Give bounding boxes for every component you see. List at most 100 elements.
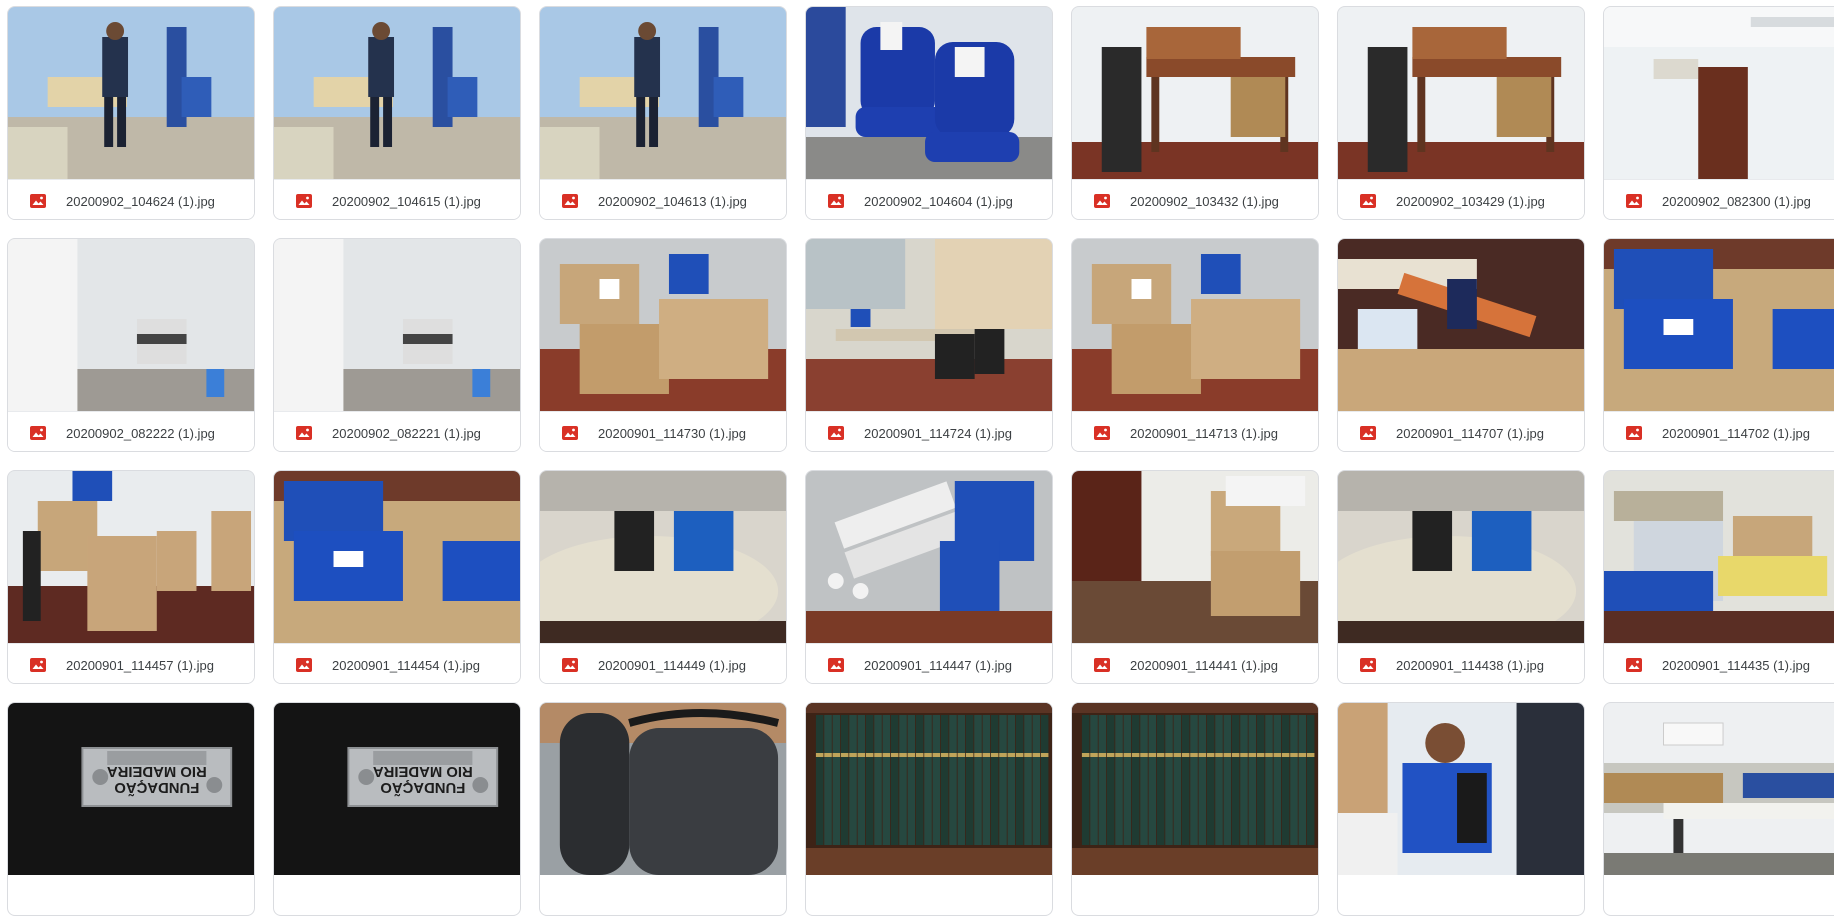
file-tile[interactable] bbox=[1337, 702, 1585, 916]
file-thumbnail[interactable] bbox=[1604, 703, 1834, 875]
file-tile[interactable]: 20200901_114438 (1).jpg bbox=[1337, 470, 1585, 684]
image-file-icon bbox=[296, 658, 312, 672]
photo-thumbnail bbox=[540, 471, 786, 643]
file-tile-footer[interactable]: 20200901_114447 (1).jpg bbox=[806, 643, 1052, 683]
file-tile[interactable]: 20200901_114724 (1).jpg bbox=[805, 238, 1053, 452]
file-tile-footer[interactable]: 20200902_104604 (1).jpg bbox=[806, 179, 1052, 219]
file-tile[interactable]: 20200902_103429 (1).jpg bbox=[1337, 6, 1585, 220]
file-tile[interactable]: 20200902_104615 (1).jpg bbox=[273, 6, 521, 220]
file-tile[interactable] bbox=[1603, 702, 1834, 916]
file-tile[interactable]: FUNDAÇÃO RIO MADEIRA bbox=[273, 702, 521, 916]
file-tile-footer[interactable]: 20200902_082222 (1).jpg bbox=[8, 411, 254, 451]
file-tile-footer[interactable]: 20200901_114724 (1).jpg bbox=[806, 411, 1052, 451]
image-file-icon bbox=[1626, 194, 1642, 208]
file-thumbnail[interactable] bbox=[8, 7, 254, 179]
file-name: 20200902_104613 (1).jpg bbox=[598, 193, 747, 209]
file-tile-footer[interactable]: 20200902_104615 (1).jpg bbox=[274, 179, 520, 219]
file-tile-footer[interactable]: 20200901_114438 (1).jpg bbox=[1338, 643, 1584, 683]
image-file-icon bbox=[1626, 426, 1642, 440]
file-tile-footer[interactable]: 20200901_114441 (1).jpg bbox=[1072, 643, 1318, 683]
file-tile-footer[interactable]: 20200902_082300 (1).jpg bbox=[1604, 179, 1834, 219]
file-tile[interactable]: 20200902_082300 (1).jpg bbox=[1603, 6, 1834, 220]
image-file-icon bbox=[296, 426, 312, 440]
file-tile[interactable]: 20200901_114713 (1).jpg bbox=[1071, 238, 1319, 452]
file-tile[interactable]: 20200901_114435 (1).jpg bbox=[1603, 470, 1834, 684]
file-tile[interactable] bbox=[1071, 702, 1319, 916]
file-thumbnail[interactable]: FUNDAÇÃO RIO MADEIRA bbox=[274, 703, 520, 875]
file-tile[interactable]: 20200901_114449 (1).jpg bbox=[539, 470, 787, 684]
plate-text-line-2: RIO MADEIRA bbox=[107, 763, 207, 780]
image-file-icon bbox=[1094, 658, 1110, 672]
file-tile[interactable]: 20200902_104604 (1).jpg bbox=[805, 6, 1053, 220]
file-thumbnail[interactable] bbox=[1604, 7, 1834, 179]
file-thumbnail[interactable] bbox=[1072, 239, 1318, 411]
file-thumbnail[interactable] bbox=[1338, 703, 1584, 875]
file-tile-footer[interactable]: 20200901_114730 (1).jpg bbox=[540, 411, 786, 451]
file-thumbnail[interactable] bbox=[806, 471, 1052, 643]
file-tile[interactable]: 20200901_114454 (1).jpg bbox=[273, 470, 521, 684]
photo-thumbnail bbox=[1072, 239, 1318, 411]
file-thumbnail[interactable] bbox=[274, 7, 520, 179]
image-file-icon bbox=[1360, 194, 1376, 208]
file-thumbnail[interactable] bbox=[540, 471, 786, 643]
file-tile-footer[interactable]: 20200901_114707 (1).jpg bbox=[1338, 411, 1584, 451]
photo-thumbnail bbox=[1604, 7, 1834, 179]
file-tile[interactable]: 20200902_103432 (1).jpg bbox=[1071, 6, 1319, 220]
file-tile-footer[interactable]: 20200902_103432 (1).jpg bbox=[1072, 179, 1318, 219]
file-thumbnail[interactable] bbox=[8, 239, 254, 411]
file-thumbnail[interactable] bbox=[1072, 7, 1318, 179]
file-tile-footer[interactable]: 20200901_114713 (1).jpg bbox=[1072, 411, 1318, 451]
file-name: 20200901_114447 (1).jpg bbox=[864, 657, 1012, 673]
file-thumbnail[interactable] bbox=[540, 239, 786, 411]
file-tile[interactable]: 20200901_114707 (1).jpg bbox=[1337, 238, 1585, 452]
file-thumbnail[interactable]: FUNDAÇÃO RIO MADEIRA bbox=[8, 703, 254, 875]
file-tile[interactable]: 20200901_114457 (1).jpg bbox=[7, 470, 255, 684]
file-thumbnail[interactable] bbox=[540, 7, 786, 179]
file-tile[interactable]: 20200902_082222 (1).jpg bbox=[7, 238, 255, 452]
file-tile-footer[interactable]: 20200901_114435 (1).jpg bbox=[1604, 643, 1834, 683]
file-thumbnail[interactable] bbox=[1604, 239, 1834, 411]
file-tile[interactable]: FUNDAÇÃO RIO MADEIRA bbox=[7, 702, 255, 916]
image-file-icon bbox=[562, 658, 578, 672]
plate-text-line-2: RIO MADEIRA bbox=[373, 763, 473, 780]
file-thumbnail[interactable] bbox=[806, 703, 1052, 875]
file-name: 20200902_082221 (1).jpg bbox=[332, 425, 481, 441]
file-thumbnail[interactable] bbox=[540, 703, 786, 875]
file-thumbnail[interactable] bbox=[1072, 471, 1318, 643]
file-tile-footer[interactable]: 20200902_082221 (1).jpg bbox=[274, 411, 520, 451]
plate-text-line-1: FUNDAÇÃO bbox=[380, 779, 465, 797]
file-thumbnail[interactable] bbox=[274, 239, 520, 411]
file-tile-footer[interactable]: 20200902_103429 (1).jpg bbox=[1338, 179, 1584, 219]
file-thumbnail[interactable] bbox=[8, 471, 254, 643]
file-tile[interactable]: 20200902_104613 (1).jpg bbox=[539, 6, 787, 220]
file-tile-footer[interactable]: 20200902_104613 (1).jpg bbox=[540, 179, 786, 219]
image-file-icon bbox=[828, 194, 844, 208]
file-tile-footer[interactable]: 20200901_114449 (1).jpg bbox=[540, 643, 786, 683]
file-tile[interactable] bbox=[539, 702, 787, 916]
file-thumbnail[interactable] bbox=[1338, 239, 1584, 411]
file-tile-footer[interactable]: 20200901_114454 (1).jpg bbox=[274, 643, 520, 683]
file-tile[interactable]: 20200901_114441 (1).jpg bbox=[1071, 470, 1319, 684]
file-thumbnail[interactable] bbox=[1338, 7, 1584, 179]
file-thumbnail[interactable] bbox=[1604, 471, 1834, 643]
file-tile-footer[interactable]: 20200902_104624 (1).jpg bbox=[8, 179, 254, 219]
file-thumbnail[interactable] bbox=[806, 239, 1052, 411]
photo-thumbnail bbox=[8, 7, 254, 179]
file-tile[interactable]: 20200902_082221 (1).jpg bbox=[273, 238, 521, 452]
file-tile[interactable]: 20200901_114730 (1).jpg bbox=[539, 238, 787, 452]
file-tile-footer[interactable]: 20200901_114702 (1).jpg bbox=[1604, 411, 1834, 451]
file-name: 20200902_103429 (1).jpg bbox=[1396, 193, 1545, 209]
file-tile[interactable] bbox=[805, 702, 1053, 916]
file-tile[interactable]: 20200901_114702 (1).jpg bbox=[1603, 238, 1834, 452]
file-name: 20200901_114441 (1).jpg bbox=[1130, 657, 1278, 673]
file-tile-footer[interactable]: 20200901_114457 (1).jpg bbox=[8, 643, 254, 683]
image-file-icon bbox=[1360, 426, 1376, 440]
photo-thumbnail: FUNDAÇÃO RIO MADEIRA bbox=[274, 703, 520, 875]
file-thumbnail[interactable] bbox=[806, 7, 1052, 179]
file-thumbnail[interactable] bbox=[1338, 471, 1584, 643]
file-name: 20200901_114724 (1).jpg bbox=[864, 425, 1012, 441]
file-tile[interactable]: 20200901_114447 (1).jpg bbox=[805, 470, 1053, 684]
file-thumbnail[interactable] bbox=[274, 471, 520, 643]
file-thumbnail[interactable] bbox=[1072, 703, 1318, 875]
file-tile[interactable]: 20200902_104624 (1).jpg bbox=[7, 6, 255, 220]
